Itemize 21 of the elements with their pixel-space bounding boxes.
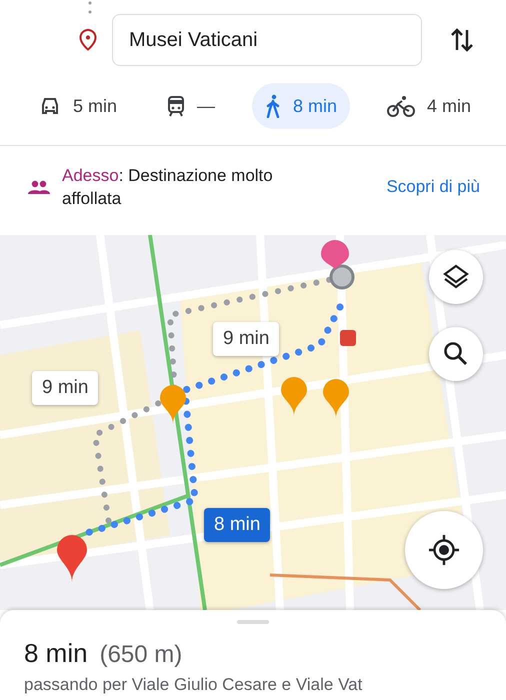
route-distance: (650 m)	[100, 641, 182, 669]
train-icon	[167, 95, 186, 117]
bicycle-icon	[387, 95, 416, 117]
travel-mode-tab[interactable]: 8 min	[252, 83, 350, 129]
travel-mode-tab[interactable]: 4 min	[374, 83, 484, 129]
route-time-label[interactable]: 9 min	[32, 371, 98, 405]
route-time-label[interactable]: 9 min	[213, 322, 280, 356]
location-pin-icon	[78, 28, 98, 52]
crowd-message: Adesso: Destinazione molto affollata	[62, 165, 274, 210]
travel-mode-tab[interactable]: —	[154, 83, 228, 129]
destination-field[interactable]: Musei Vaticani	[112, 14, 422, 66]
route-time-label[interactable]: 8 min	[204, 508, 270, 542]
people-icon	[28, 180, 50, 194]
drag-handle[interactable]	[237, 620, 269, 624]
walking-person-icon	[265, 94, 282, 118]
learn-more-link[interactable]: Scopri di più	[386, 177, 480, 197]
route-description: passando per Viale Giulio Cesare e Viale Vat	[24, 675, 364, 695]
route-dots-icon	[88, 0, 92, 16]
car-icon	[39, 96, 61, 116]
travel-mode-tab[interactable]: 5 min	[26, 83, 130, 129]
route-duration: 8 min	[24, 638, 88, 669]
